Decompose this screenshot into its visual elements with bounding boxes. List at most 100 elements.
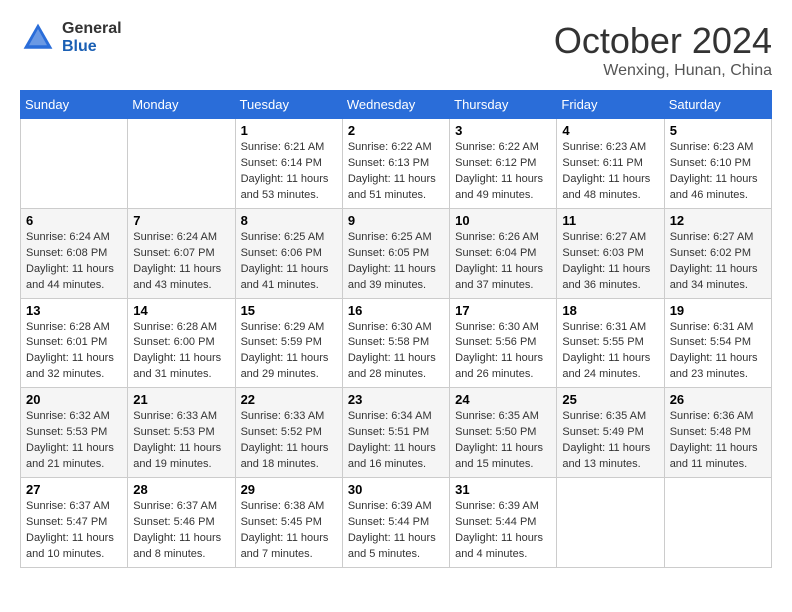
day-info: Sunrise: 6:22 AM Sunset: 6:12 PM Dayligh… <box>455 140 551 204</box>
day-number: 6 <box>26 213 122 228</box>
calendar-cell: 25 Sunrise: 6:35 AM Sunset: 5:49 PM Dayli… <box>557 388 664 478</box>
day-info: Sunrise: 6:25 AM Sunset: 6:05 PM Dayligh… <box>348 230 444 294</box>
day-number: 10 <box>455 213 551 228</box>
day-number: 25 <box>562 392 658 407</box>
calendar-cell: 20 Sunrise: 6:32 AM Sunset: 5:53 PM Dayli… <box>21 388 128 478</box>
day-info: Sunrise: 6:22 AM Sunset: 6:13 PM Dayligh… <box>348 140 444 204</box>
calendar-cell: 6 Sunrise: 6:24 AM Sunset: 6:08 PM Daylig… <box>21 208 128 298</box>
weekday-header-saturday: Saturday <box>664 91 771 119</box>
logo: General Blue <box>20 20 122 56</box>
calendar-cell: 19 Sunrise: 6:31 AM Sunset: 5:54 PM Dayli… <box>664 298 771 388</box>
weekday-header-tuesday: Tuesday <box>235 91 342 119</box>
weekday-header-sunday: Sunday <box>21 91 128 119</box>
day-number: 28 <box>133 482 229 497</box>
day-info: Sunrise: 6:35 AM Sunset: 5:49 PM Dayligh… <box>562 409 658 473</box>
calendar-cell: 30 Sunrise: 6:39 AM Sunset: 5:44 PM Dayli… <box>342 478 449 568</box>
day-info: Sunrise: 6:28 AM Sunset: 6:01 PM Dayligh… <box>26 320 122 384</box>
location-subtitle: Wenxing, Hunan, China <box>554 62 772 80</box>
weekday-header-friday: Friday <box>557 91 664 119</box>
day-number: 15 <box>241 303 337 318</box>
day-number: 7 <box>133 213 229 228</box>
day-number: 23 <box>348 392 444 407</box>
calendar-cell: 16 Sunrise: 6:30 AM Sunset: 5:58 PM Dayli… <box>342 298 449 388</box>
weekday-header-monday: Monday <box>128 91 235 119</box>
day-info: Sunrise: 6:34 AM Sunset: 5:51 PM Dayligh… <box>348 409 444 473</box>
calendar-table: SundayMondayTuesdayWednesdayThursdayFrid… <box>20 90 772 568</box>
calendar-cell: 1 Sunrise: 6:21 AM Sunset: 6:14 PM Daylig… <box>235 119 342 209</box>
day-number: 8 <box>241 213 337 228</box>
day-number: 31 <box>455 482 551 497</box>
day-info: Sunrise: 6:24 AM Sunset: 6:08 PM Dayligh… <box>26 230 122 294</box>
day-number: 22 <box>241 392 337 407</box>
calendar-cell: 2Sunrise: 6:22 AM Sunset: 6:13 PM Daylig… <box>342 119 449 209</box>
logo-general-text: General <box>62 20 122 38</box>
calendar-cell <box>664 478 771 568</box>
day-info: Sunrise: 6:37 AM Sunset: 5:46 PM Dayligh… <box>133 499 229 563</box>
day-number: 18 <box>562 303 658 318</box>
day-number: 9 <box>348 213 444 228</box>
calendar-cell: 31 Sunrise: 6:39 AM Sunset: 5:44 PM Dayli… <box>450 478 557 568</box>
calendar-cell: 21Sunrise: 6:33 AM Sunset: 5:53 PM Dayli… <box>128 388 235 478</box>
title-block: October 2024 Wenxing, Hunan, China <box>554 20 772 80</box>
calendar-cell: 26 Sunrise: 6:36 AM Sunset: 5:48 PM Dayli… <box>664 388 771 478</box>
day-info: Sunrise: 6:26 AM Sunset: 6:04 PM Dayligh… <box>455 230 551 294</box>
calendar-cell: 5 Sunrise: 6:23 AM Sunset: 6:10 PM Daylig… <box>664 119 771 209</box>
day-number: 3 <box>455 123 551 138</box>
logo-icon <box>20 20 56 56</box>
day-number: 19 <box>670 303 766 318</box>
day-number: 4 <box>562 123 658 138</box>
day-number: 17 <box>455 303 551 318</box>
day-info: Sunrise: 6:21 AM Sunset: 6:14 PM Dayligh… <box>241 140 337 204</box>
calendar-cell: 15 Sunrise: 6:29 AM Sunset: 5:59 PM Dayli… <box>235 298 342 388</box>
day-number: 30 <box>348 482 444 497</box>
day-number: 20 <box>26 392 122 407</box>
day-number: 29 <box>241 482 337 497</box>
calendar-cell <box>21 119 128 209</box>
day-info: Sunrise: 6:36 AM Sunset: 5:48 PM Dayligh… <box>670 409 766 473</box>
day-number: 12 <box>670 213 766 228</box>
day-info: Sunrise: 6:33 AM Sunset: 5:52 PM Dayligh… <box>241 409 337 473</box>
day-number: 26 <box>670 392 766 407</box>
day-number: 16 <box>348 303 444 318</box>
month-title: October 2024 <box>554 20 772 62</box>
day-number: 24 <box>455 392 551 407</box>
calendar-cell: 9 Sunrise: 6:25 AM Sunset: 6:05 PM Daylig… <box>342 208 449 298</box>
day-info: Sunrise: 6:29 AM Sunset: 5:59 PM Dayligh… <box>241 320 337 384</box>
calendar-cell: 3 Sunrise: 6:22 AM Sunset: 6:12 PM Daylig… <box>450 119 557 209</box>
day-info: Sunrise: 6:30 AM Sunset: 5:58 PM Dayligh… <box>348 320 444 384</box>
day-info: Sunrise: 6:32 AM Sunset: 5:53 PM Dayligh… <box>26 409 122 473</box>
day-info: Sunrise: 6:28 AM Sunset: 6:00 PM Dayligh… <box>133 320 229 384</box>
calendar-cell <box>128 119 235 209</box>
calendar-cell: 18Sunrise: 6:31 AM Sunset: 5:55 PM Dayli… <box>557 298 664 388</box>
day-info: Sunrise: 6:37 AM Sunset: 5:47 PM Dayligh… <box>26 499 122 563</box>
day-info: Sunrise: 6:38 AM Sunset: 5:45 PM Dayligh… <box>241 499 337 563</box>
day-info: Sunrise: 6:25 AM Sunset: 6:06 PM Dayligh… <box>241 230 337 294</box>
calendar-cell: 22 Sunrise: 6:33 AM Sunset: 5:52 PM Dayli… <box>235 388 342 478</box>
day-info: Sunrise: 6:27 AM Sunset: 6:03 PM Dayligh… <box>562 230 658 294</box>
calendar-cell: 8 Sunrise: 6:25 AM Sunset: 6:06 PM Daylig… <box>235 208 342 298</box>
day-info: Sunrise: 6:39 AM Sunset: 5:44 PM Dayligh… <box>455 499 551 563</box>
logo-blue-text: Blue <box>62 38 122 56</box>
weekday-header-thursday: Thursday <box>450 91 557 119</box>
day-number: 13 <box>26 303 122 318</box>
day-number: 14 <box>133 303 229 318</box>
calendar-cell: 10 Sunrise: 6:26 AM Sunset: 6:04 PM Dayli… <box>450 208 557 298</box>
calendar-cell: 24 Sunrise: 6:35 AM Sunset: 5:50 PM Dayli… <box>450 388 557 478</box>
calendar-cell: 4 Sunrise: 6:23 AM Sunset: 6:11 PM Daylig… <box>557 119 664 209</box>
calendar-cell: 11Sunrise: 6:27 AM Sunset: 6:03 PM Dayli… <box>557 208 664 298</box>
day-info: Sunrise: 6:27 AM Sunset: 6:02 PM Dayligh… <box>670 230 766 294</box>
day-info: Sunrise: 6:39 AM Sunset: 5:44 PM Dayligh… <box>348 499 444 563</box>
day-number: 1 <box>241 123 337 138</box>
day-info: Sunrise: 6:31 AM Sunset: 5:54 PM Dayligh… <box>670 320 766 384</box>
calendar-cell: 28 Sunrise: 6:37 AM Sunset: 5:46 PM Dayli… <box>128 478 235 568</box>
calendar-cell: 17Sunrise: 6:30 AM Sunset: 5:56 PM Dayli… <box>450 298 557 388</box>
day-info: Sunrise: 6:35 AM Sunset: 5:50 PM Dayligh… <box>455 409 551 473</box>
calendar-cell: 29 Sunrise: 6:38 AM Sunset: 5:45 PM Dayli… <box>235 478 342 568</box>
day-number: 5 <box>670 123 766 138</box>
page-header: General Blue October 2024 Wenxing, Hunan… <box>20 20 772 80</box>
day-info: Sunrise: 6:23 AM Sunset: 6:11 PM Dayligh… <box>562 140 658 204</box>
day-info: Sunrise: 6:24 AM Sunset: 6:07 PM Dayligh… <box>133 230 229 294</box>
day-info: Sunrise: 6:33 AM Sunset: 5:53 PM Dayligh… <box>133 409 229 473</box>
day-info: Sunrise: 6:23 AM Sunset: 6:10 PM Dayligh… <box>670 140 766 204</box>
day-number: 27 <box>26 482 122 497</box>
